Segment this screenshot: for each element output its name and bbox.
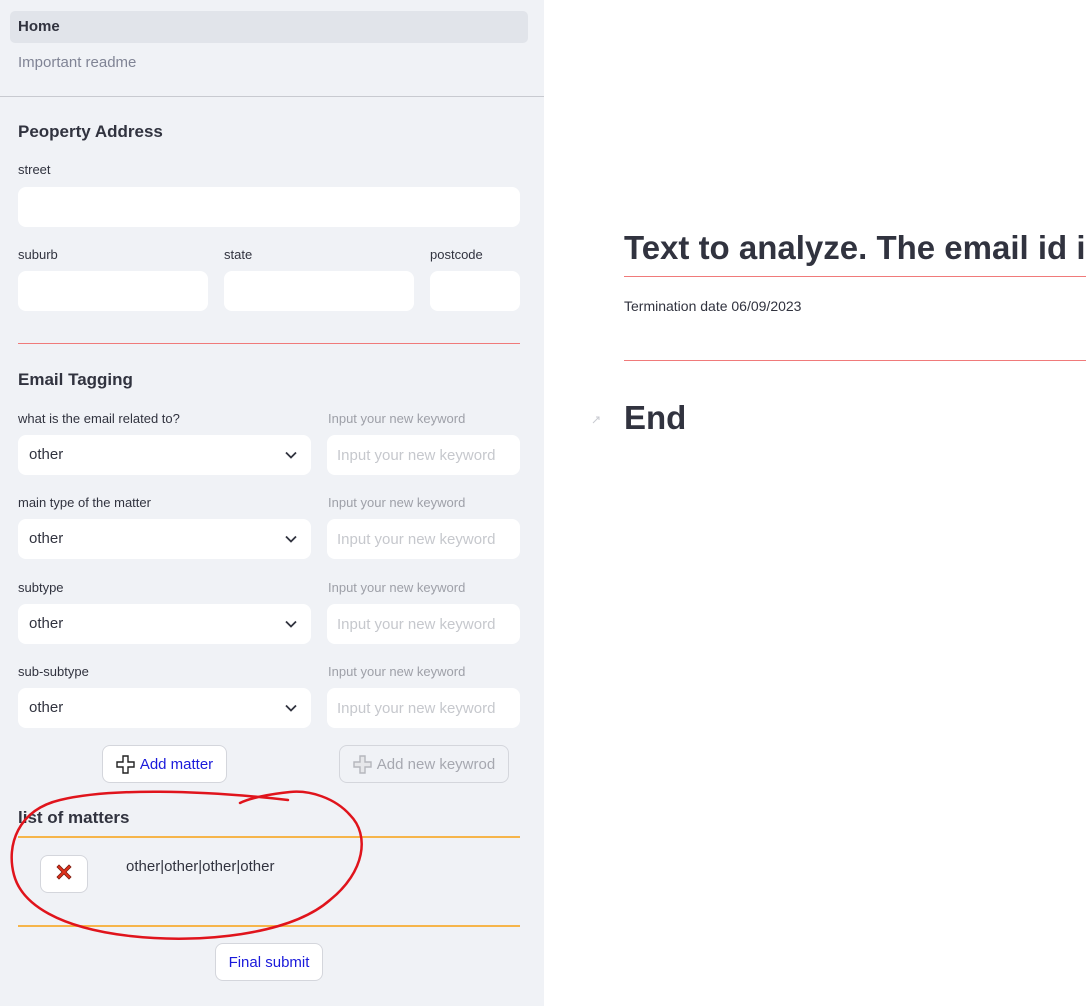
state-label: state bbox=[224, 247, 253, 262]
section-divider bbox=[18, 343, 520, 344]
content-divider bbox=[624, 360, 1086, 361]
suburb-input[interactable] bbox=[18, 271, 208, 311]
address-section-title: Peoperty Address bbox=[18, 122, 163, 141]
street-label: street bbox=[18, 162, 51, 177]
keyword-input[interactable] bbox=[327, 604, 520, 644]
add-keyword-label: Add new keywrod bbox=[376, 755, 496, 773]
matters-divider-bottom bbox=[18, 925, 520, 927]
keyword-input[interactable] bbox=[327, 519, 520, 559]
sub-subtype-select[interactable]: other bbox=[18, 688, 311, 728]
sub-subtype-value: other bbox=[29, 699, 64, 716]
main-type-select[interactable]: other bbox=[18, 519, 311, 559]
chevron-down-icon bbox=[285, 604, 297, 644]
keyword-input[interactable] bbox=[327, 435, 520, 475]
chevron-down-icon bbox=[285, 435, 297, 475]
keyword-input[interactable] bbox=[327, 688, 520, 728]
sidebar: Home Important readme Peoperty Address s… bbox=[0, 0, 544, 1006]
postcode-input[interactable] bbox=[430, 271, 520, 311]
keyword-label: Input your new keyword bbox=[328, 580, 466, 595]
nav-item-home[interactable]: Home bbox=[10, 11, 528, 43]
nav-divider bbox=[0, 96, 544, 97]
subtype-select[interactable]: other bbox=[18, 604, 311, 644]
state-input[interactable] bbox=[224, 271, 414, 311]
sub-subtype-label: sub-subtype bbox=[18, 664, 89, 679]
subtype-label: subtype bbox=[18, 580, 64, 595]
main-type-value: other bbox=[29, 530, 64, 547]
chevron-down-icon bbox=[285, 519, 297, 559]
main-type-label: main type of the matter bbox=[18, 495, 151, 510]
suburb-label: suburb bbox=[18, 247, 58, 262]
chevron-down-icon bbox=[285, 688, 297, 728]
page-title: Text to analyze. The email id is bbox=[624, 229, 1086, 266]
add-keyword-button[interactable]: Add new keywrod bbox=[339, 745, 509, 783]
plus-icon bbox=[353, 754, 372, 774]
related-to-select[interactable]: other bbox=[18, 435, 311, 475]
street-input[interactable] bbox=[18, 187, 520, 227]
add-matter-label: Add matter bbox=[139, 755, 214, 773]
termination-date-text: Termination date 06/09/2023 bbox=[624, 298, 802, 314]
delete-matter-button[interactable] bbox=[40, 855, 88, 893]
subtype-value: other bbox=[29, 615, 64, 632]
matters-section-title: list of matters bbox=[18, 808, 130, 827]
add-matter-button[interactable]: Add matter bbox=[102, 745, 227, 783]
related-to-label: what is the email related to? bbox=[18, 411, 180, 426]
final-submit-label: Final submit bbox=[228, 953, 310, 971]
link-icon[interactable] bbox=[591, 412, 601, 430]
end-heading: End bbox=[624, 399, 687, 436]
postcode-label: postcode bbox=[430, 247, 483, 262]
final-submit-button[interactable]: Final submit bbox=[215, 943, 323, 981]
plus-icon bbox=[116, 754, 135, 774]
matters-divider-top bbox=[18, 836, 520, 838]
keyword-label: Input your new keyword bbox=[328, 495, 466, 510]
title-divider bbox=[624, 276, 1086, 277]
cross-icon bbox=[55, 863, 73, 885]
nav-item-important-readme[interactable]: Important readme bbox=[10, 47, 528, 79]
tagging-section-title: Email Tagging bbox=[18, 370, 133, 389]
related-to-value: other bbox=[29, 446, 64, 463]
keyword-label: Input your new keyword bbox=[328, 411, 466, 426]
matter-item-text: other|other|other|other bbox=[126, 858, 275, 875]
keyword-label: Input your new keyword bbox=[328, 664, 466, 679]
